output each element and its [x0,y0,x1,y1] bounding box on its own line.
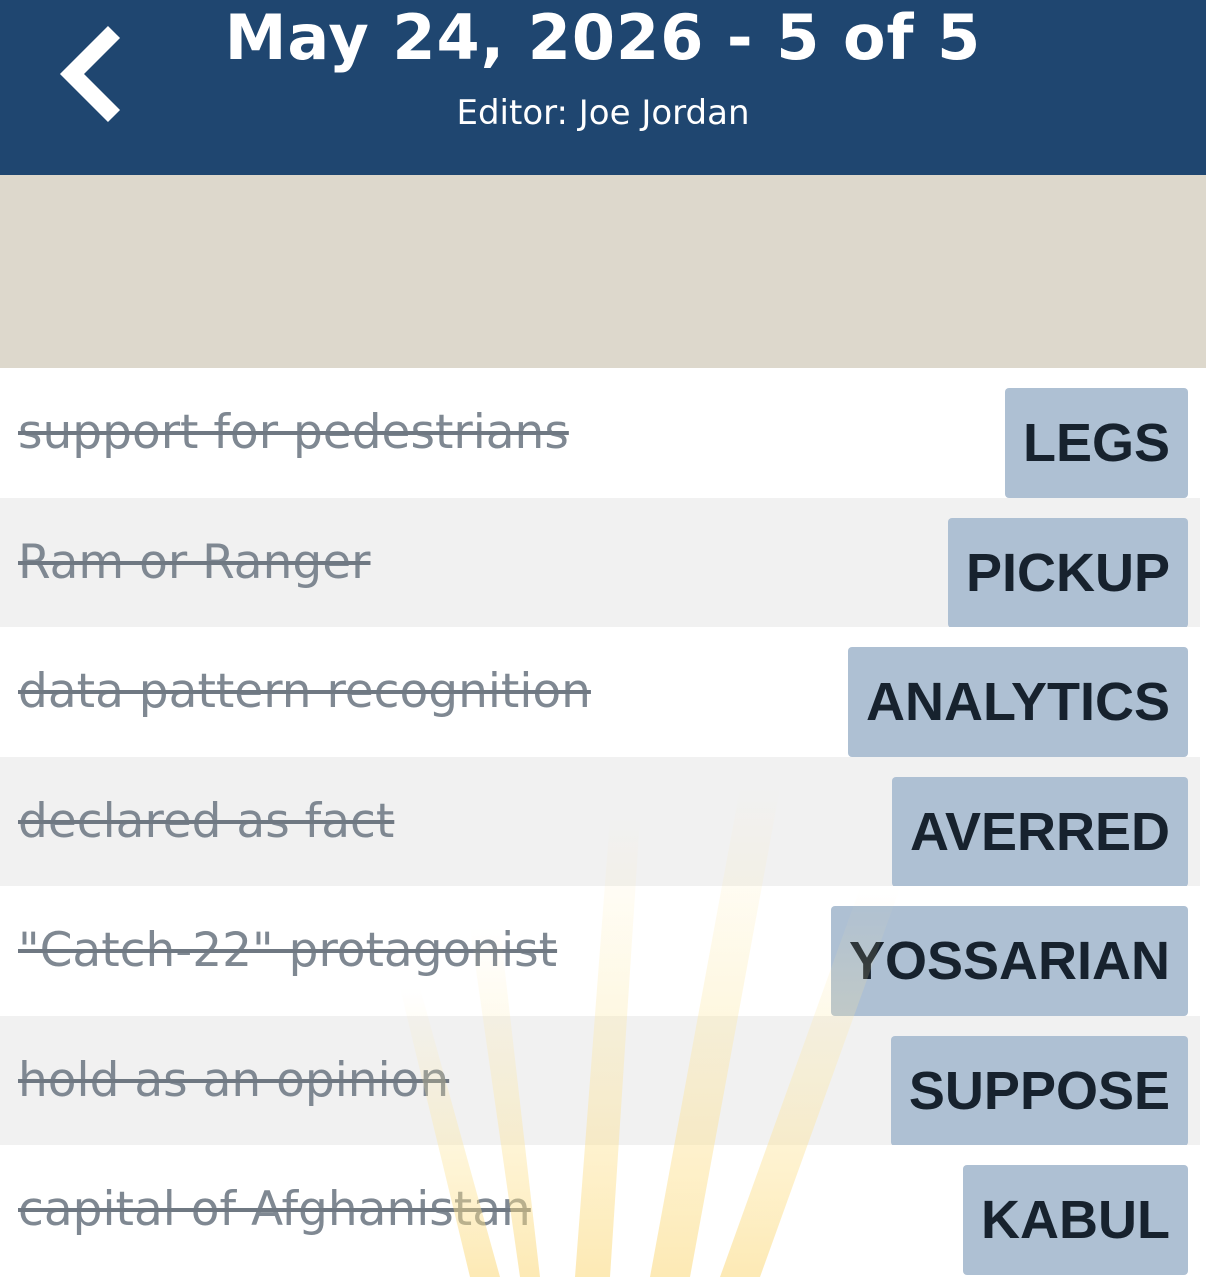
answer-tile[interactable]: PICKUP [947,518,1188,628]
clue-row[interactable]: capital of Afghanistan KABUL [0,1145,1200,1275]
clue-text: Ram or Ranger [18,535,371,590]
answer-tile[interactable]: YOSSARIAN [830,906,1188,1016]
answer-tile[interactable]: KABUL [963,1165,1188,1275]
clue-row[interactable]: declared as fact AVERRED [0,757,1200,887]
editor-credit: Editor: Joe Jordan [456,93,750,133]
clue-row[interactable]: support for pedestrians LEGS [0,368,1200,498]
clue-text: support for pedestrians [18,405,569,460]
clue-text: hold as an opinion [18,1053,450,1108]
clue-row[interactable]: data pattern recognition ANALYTICS [0,627,1200,757]
clue-row[interactable]: Ram or Ranger PICKUP [0,498,1200,628]
answer-tile[interactable]: LEGS [1004,388,1188,498]
answer-tile[interactable]: ANALYTICS [847,647,1188,757]
clue-text: data pattern recognition [18,664,591,719]
banner-area [0,175,1206,368]
clue-text: capital of Afghanistan [18,1182,531,1237]
answer-tile[interactable]: SUPPOSE [890,1036,1188,1146]
clue-row[interactable]: hold as an opinion SUPPOSE [0,1016,1200,1146]
page-title: May 24, 2026 - 5 of 5 [224,1,982,74]
clue-text: "Catch-22" protagonist [18,923,558,978]
clue-row[interactable]: "Catch-22" protagonist YOSSARIAN [0,886,1200,1016]
answer-tile[interactable]: AVERRED [891,777,1188,887]
clue-list: support for pedestrians LEGS Ram or Ranger… [0,368,1206,1277]
clue-text: declared as fact [18,794,395,849]
app-header: May 24, 2026 - 5 of 5 Editor: Joe Jordan [0,0,1206,175]
